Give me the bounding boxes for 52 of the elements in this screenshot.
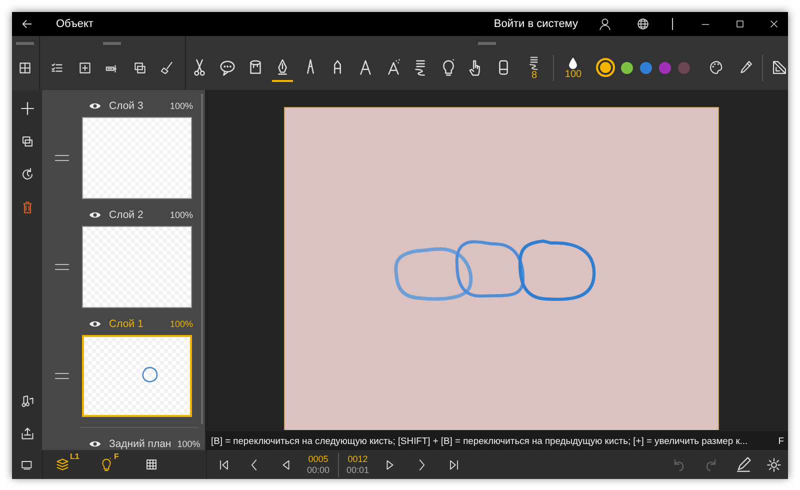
shortcut-hint: [B] = переключиться на следующую кисть; [SHIFT] + [B] = переключиться на предыдущую кисть; [+] = увеличить размер к... bbox=[211, 435, 748, 446]
color-swatch[interactable] bbox=[640, 62, 652, 74]
history-icon[interactable] bbox=[20, 167, 34, 182]
globe-icon[interactable] bbox=[636, 17, 650, 31]
layer-name[interactable]: Слой 1 bbox=[109, 318, 144, 330]
window-title: Объект bbox=[56, 18, 94, 30]
person-icon[interactable] bbox=[598, 17, 612, 31]
broom-icon[interactable] bbox=[159, 60, 176, 76]
ruler-icon[interactable] bbox=[771, 59, 788, 76]
export-icon[interactable] bbox=[20, 426, 34, 441]
maximize-icon[interactable] bbox=[734, 18, 746, 30]
grid-icon[interactable] bbox=[144, 457, 159, 472]
layer-name[interactable]: Слой 2 bbox=[109, 209, 144, 221]
color-swatch[interactable] bbox=[620, 62, 633, 74]
drag-handle-icon[interactable] bbox=[55, 264, 69, 270]
drag-handle-icon[interactable] bbox=[55, 155, 69, 161]
current-frame-number: 0005 bbox=[308, 454, 328, 464]
layer-opacity: 100% bbox=[177, 439, 200, 449]
current-time: 00:00 bbox=[307, 464, 330, 475]
grid-icon[interactable] bbox=[17, 60, 34, 76]
color-swatch[interactable] bbox=[596, 58, 616, 77]
status-text: F bbox=[778, 435, 784, 446]
palette-icon[interactable] bbox=[708, 59, 725, 76]
light-label: F bbox=[114, 452, 119, 461]
layer-opacity: 100% bbox=[170, 101, 193, 111]
layer-name[interactable]: Задний план bbox=[109, 438, 172, 450]
sign-in-link[interactable]: Войти в систему bbox=[494, 18, 578, 30]
pen-nib-icon[interactable] bbox=[272, 58, 294, 82]
close-icon[interactable] bbox=[768, 18, 780, 30]
layer-label: L1 bbox=[70, 452, 80, 461]
total-time: 00:01 bbox=[346, 464, 370, 475]
color-swatch[interactable] bbox=[659, 62, 672, 74]
layer-name[interactable]: Слой 3 bbox=[109, 100, 144, 112]
pen-icon[interactable] bbox=[735, 456, 752, 473]
layers-icon[interactable] bbox=[55, 457, 70, 472]
copy-icon[interactable] bbox=[132, 60, 148, 76]
color-swatch[interactable] bbox=[678, 62, 690, 74]
layer-thumbnail[interactable] bbox=[82, 335, 192, 417]
layer-thumbnail[interactable] bbox=[82, 117, 192, 199]
layer-thumbnail[interactable] bbox=[82, 226, 192, 308]
back-icon[interactable] bbox=[20, 17, 34, 31]
add-frame-icon[interactable] bbox=[76, 60, 93, 76]
music-notes-icon[interactable] bbox=[20, 393, 34, 408]
brush-size-value[interactable]: 8 bbox=[531, 70, 538, 80]
layer-opacity: 100% bbox=[170, 210, 193, 220]
drag-handle-icon[interactable] bbox=[55, 373, 69, 379]
plus-icon[interactable] bbox=[18, 100, 36, 117]
skip-start-icon[interactable] bbox=[217, 458, 231, 472]
opacity-value[interactable]: 100 bbox=[564, 70, 582, 80]
copy-icon[interactable] bbox=[20, 134, 34, 149]
layer-opacity: 100% bbox=[170, 319, 193, 329]
total-frame-number: 0012 bbox=[348, 454, 368, 464]
